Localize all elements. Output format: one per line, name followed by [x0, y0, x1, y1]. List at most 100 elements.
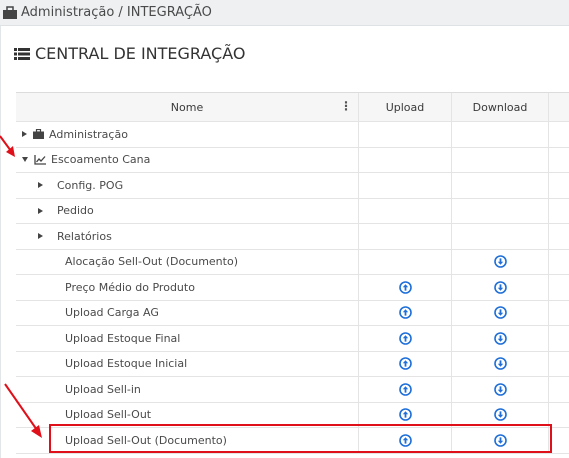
- spacer-cell: [549, 122, 569, 147]
- download-cell: [452, 173, 549, 198]
- row-label: Pedido: [57, 204, 94, 218]
- spacer-cell: [549, 301, 569, 326]
- spacer-cell: [549, 275, 569, 300]
- download-icon[interactable]: [493, 255, 507, 269]
- spacer-cell: [549, 326, 569, 351]
- collapse-caret-icon[interactable]: [22, 157, 28, 163]
- table-row[interactable]: Relatórios: [16, 224, 569, 250]
- upload-cell: [359, 147, 452, 172]
- upload-cell: [359, 326, 452, 351]
- table-header: Nome ⋮ Upload Download: [16, 93, 569, 122]
- integration-table: Nome ⋮ Upload Download Administração Esco…: [16, 92, 569, 454]
- expand-caret-icon[interactable]: [38, 182, 43, 189]
- download-icon[interactable]: [493, 433, 507, 447]
- row-name-cell: Upload Sell-Out (Documento): [16, 428, 359, 453]
- spacer-cell: [549, 377, 569, 402]
- row-name-cell: Upload Estoque Final: [16, 326, 359, 351]
- upload-cell: [359, 351, 452, 376]
- download-cell: [452, 402, 549, 427]
- row-label: Upload Carga AG: [65, 306, 159, 320]
- row-name-cell: Upload Sell-Out: [16, 402, 359, 427]
- row-name-cell: Preço Médio do Produto: [16, 275, 359, 300]
- download-cell: [452, 428, 549, 453]
- table-row[interactable]: Alocação Sell-Out (Documento): [16, 249, 569, 275]
- download-cell: [452, 249, 549, 274]
- expand-caret-icon[interactable]: [22, 131, 27, 138]
- upload-icon[interactable]: [398, 408, 412, 422]
- table-row[interactable]: Config. POG: [16, 173, 569, 199]
- upload-icon[interactable]: [398, 382, 412, 396]
- table-row[interactable]: Preço Médio do Produto: [16, 275, 569, 301]
- row-label: Upload Sell-Out (Documento): [65, 433, 227, 447]
- table-row[interactable]: Administração: [16, 122, 569, 148]
- row-name-cell: Upload Estoque Inicial: [16, 351, 359, 376]
- download-icon[interactable]: [493, 357, 507, 371]
- upload-cell: [359, 275, 452, 300]
- expand-caret-icon[interactable]: [38, 207, 43, 214]
- column-header-download[interactable]: Download: [452, 93, 549, 121]
- spacer-cell: [549, 224, 569, 249]
- row-label: Escoamento Cana: [51, 153, 151, 167]
- row-name-cell: Upload Carga AG: [16, 300, 359, 325]
- line-chart-icon: [34, 154, 46, 165]
- row-label: Relatórios: [57, 229, 112, 243]
- upload-cell: [359, 173, 452, 198]
- spacer-cell: [549, 250, 569, 275]
- row-name-cell: Escoamento Cana: [16, 147, 359, 172]
- download-cell: [452, 275, 549, 300]
- upload-cell: [359, 300, 452, 325]
- row-label: Administração: [49, 127, 128, 141]
- download-icon[interactable]: [493, 306, 507, 320]
- expand-caret-icon[interactable]: [38, 233, 43, 240]
- row-name-cell: Upload Sell-in: [16, 377, 359, 402]
- row-name-cell: Administração: [16, 122, 359, 147]
- table-row[interactable]: Upload Sell-Out: [16, 402, 569, 428]
- row-name-cell: Config. POG: [16, 173, 359, 198]
- column-header-name[interactable]: Nome ⋮: [16, 93, 359, 121]
- download-cell: [452, 198, 549, 223]
- download-icon[interactable]: [493, 280, 507, 294]
- row-name-cell: Alocação Sell-Out (Documento): [16, 249, 359, 274]
- table-row[interactable]: Escoamento Cana: [16, 147, 569, 173]
- upload-cell: [359, 402, 452, 427]
- column-header-spacer: [549, 93, 569, 121]
- upload-icon[interactable]: [398, 433, 412, 447]
- home-icon[interactable]: [2, 5, 18, 20]
- upload-cell: [359, 122, 452, 147]
- column-menu-icon[interactable]: ⋮: [340, 100, 352, 112]
- upload-cell: [359, 198, 452, 223]
- row-label: Upload Estoque Final: [65, 331, 181, 345]
- table-row[interactable]: Upload Sell-Out (Documento): [16, 428, 569, 454]
- upload-icon[interactable]: [398, 280, 412, 294]
- upload-cell: [359, 249, 452, 274]
- row-name-cell: Relatórios: [16, 224, 359, 249]
- row-label: Upload Sell-in: [65, 382, 141, 396]
- spacer-cell: [549, 352, 569, 377]
- download-icon[interactable]: [493, 408, 507, 422]
- spacer-cell: [549, 199, 569, 224]
- table-row[interactable]: Upload Carga AG: [16, 300, 569, 326]
- list-icon: [14, 47, 30, 61]
- upload-icon[interactable]: [398, 357, 412, 371]
- table-row[interactable]: Upload Estoque Final: [16, 326, 569, 352]
- row-label: Upload Estoque Inicial: [65, 357, 188, 371]
- download-cell: [452, 300, 549, 325]
- upload-cell: [359, 428, 452, 453]
- upload-icon[interactable]: [398, 306, 412, 320]
- download-icon[interactable]: [493, 382, 507, 396]
- upload-icon[interactable]: [398, 331, 412, 345]
- spacer-cell: [549, 428, 569, 453]
- breadcrumb[interactable]: Administração / INTEGRAÇÃO: [21, 5, 212, 20]
- row-label: Alocação Sell-Out (Documento): [65, 255, 238, 269]
- spacer-cell: [549, 403, 569, 428]
- download-cell: [452, 122, 549, 147]
- column-header-upload[interactable]: Upload: [359, 93, 452, 121]
- table-row[interactable]: Pedido: [16, 198, 569, 224]
- download-cell: [452, 147, 549, 172]
- download-cell: [452, 351, 549, 376]
- table-row[interactable]: Upload Sell-in: [16, 377, 569, 403]
- page-title-wrap: CENTRAL DE INTEGRAÇÃO: [14, 44, 245, 63]
- table-row[interactable]: Upload Estoque Inicial: [16, 351, 569, 377]
- download-icon[interactable]: [493, 331, 507, 345]
- download-cell: [452, 326, 549, 351]
